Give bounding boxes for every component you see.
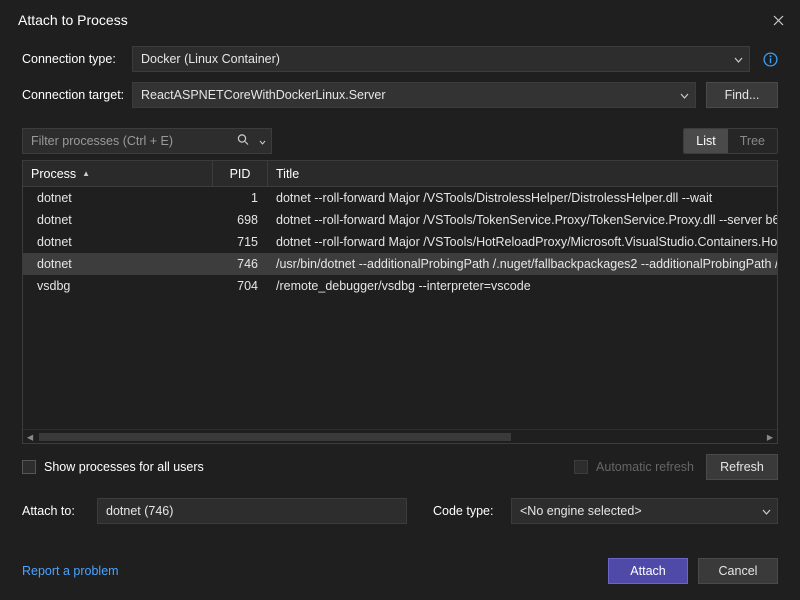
scrollbar-thumb[interactable] (39, 433, 511, 441)
code-type-label: Code type: (433, 504, 501, 518)
automatic-refresh-checkbox[interactable]: Automatic refresh (574, 460, 694, 474)
cell-pid: 698 (213, 209, 268, 231)
cell-process: dotnet (23, 209, 213, 231)
refresh-button[interactable]: Refresh (706, 454, 778, 480)
connection-type-value: Docker (Linux Container) (141, 52, 280, 66)
process-table: Process ▲ PID Title dotnet1dotnet --roll… (22, 160, 778, 444)
view-tree-button[interactable]: Tree (728, 129, 777, 153)
connection-target-label: Connection target: (22, 88, 132, 102)
cell-pid: 704 (213, 275, 268, 297)
titlebar: Attach to Process (0, 0, 800, 40)
cell-title: /remote_debugger/vsdbg --interpreter=vsc… (268, 275, 777, 297)
attach-to-process-dialog: Attach to Process Connection type: Docke… (0, 0, 800, 600)
find-button[interactable]: Find... (706, 82, 778, 108)
horizontal-scrollbar[interactable]: ◂ ▸ (23, 429, 777, 443)
filter-placeholder: Filter processes (Ctrl + E) (31, 134, 173, 148)
cell-pid: 715 (213, 231, 268, 253)
view-list-button[interactable]: List (684, 129, 727, 153)
cell-process: vsdbg (23, 275, 213, 297)
cell-pid: 1 (213, 187, 268, 209)
checkbox-icon (22, 460, 36, 474)
attach-button[interactable]: Attach (608, 558, 688, 584)
search-icon (237, 134, 249, 149)
cell-title: dotnet --roll-forward Major /VSTools/Tok… (268, 209, 777, 231)
sort-ascending-icon: ▲ (82, 169, 90, 178)
checkbox-icon (574, 460, 588, 474)
chevron-down-icon (734, 52, 743, 66)
column-title[interactable]: Title (268, 161, 777, 186)
code-type-combo[interactable]: <No engine selected> (511, 498, 778, 524)
view-toggle: List Tree (683, 128, 778, 154)
attach-to-label: Attach to: (22, 504, 87, 518)
cell-pid: 746 (213, 253, 268, 275)
chevron-down-icon (680, 88, 689, 102)
cell-title: dotnet --roll-forward Major /VSTools/Hot… (268, 231, 777, 253)
table-row[interactable]: dotnet746/usr/bin/dotnet --additionalPro… (23, 253, 777, 275)
table-row[interactable]: vsdbg704/remote_debugger/vsdbg --interpr… (23, 275, 777, 297)
column-process[interactable]: Process ▲ (23, 161, 213, 186)
attach-to-field[interactable]: dotnet (746) (97, 498, 407, 524)
close-button[interactable] (756, 4, 800, 36)
filter-input[interactable]: Filter processes (Ctrl + E) (22, 128, 272, 154)
dialog-title: Attach to Process (18, 12, 128, 28)
cancel-button[interactable]: Cancel (698, 558, 778, 584)
report-problem-link[interactable]: Report a problem (22, 564, 119, 578)
scroll-right-icon[interactable]: ▸ (763, 430, 777, 444)
connection-target-value: ReactASPNETCoreWithDockerLinux.Server (141, 88, 386, 102)
cell-process: dotnet (23, 231, 213, 253)
show-all-users-checkbox[interactable]: Show processes for all users (22, 460, 204, 474)
cell-process: dotnet (23, 253, 213, 275)
cell-title: /usr/bin/dotnet --additionalProbingPath … (268, 253, 777, 275)
table-row[interactable]: dotnet698dotnet --roll-forward Major /VS… (23, 209, 777, 231)
table-body: dotnet1dotnet --roll-forward Major /VSTo… (23, 187, 777, 429)
table-row[interactable]: dotnet1dotnet --roll-forward Major /VSTo… (23, 187, 777, 209)
connection-type-combo[interactable]: Docker (Linux Container) (132, 46, 750, 72)
column-pid[interactable]: PID (213, 161, 268, 186)
close-icon (773, 15, 784, 26)
connection-type-label: Connection type: (22, 52, 132, 66)
connection-target-combo[interactable]: ReactASPNETCoreWithDockerLinux.Server (132, 82, 696, 108)
cell-title: dotnet --roll-forward Major /VSTools/Dis… (268, 187, 777, 209)
chevron-down-icon (259, 134, 266, 148)
attach-to-value: dotnet (746) (106, 504, 173, 518)
scroll-left-icon[interactable]: ◂ (23, 430, 37, 444)
table-row[interactable]: dotnet715dotnet --roll-forward Major /VS… (23, 231, 777, 253)
info-icon[interactable] (762, 51, 778, 67)
code-type-value: <No engine selected> (520, 504, 642, 518)
chevron-down-icon (762, 504, 771, 518)
cell-process: dotnet (23, 187, 213, 209)
table-header: Process ▲ PID Title (23, 161, 777, 187)
